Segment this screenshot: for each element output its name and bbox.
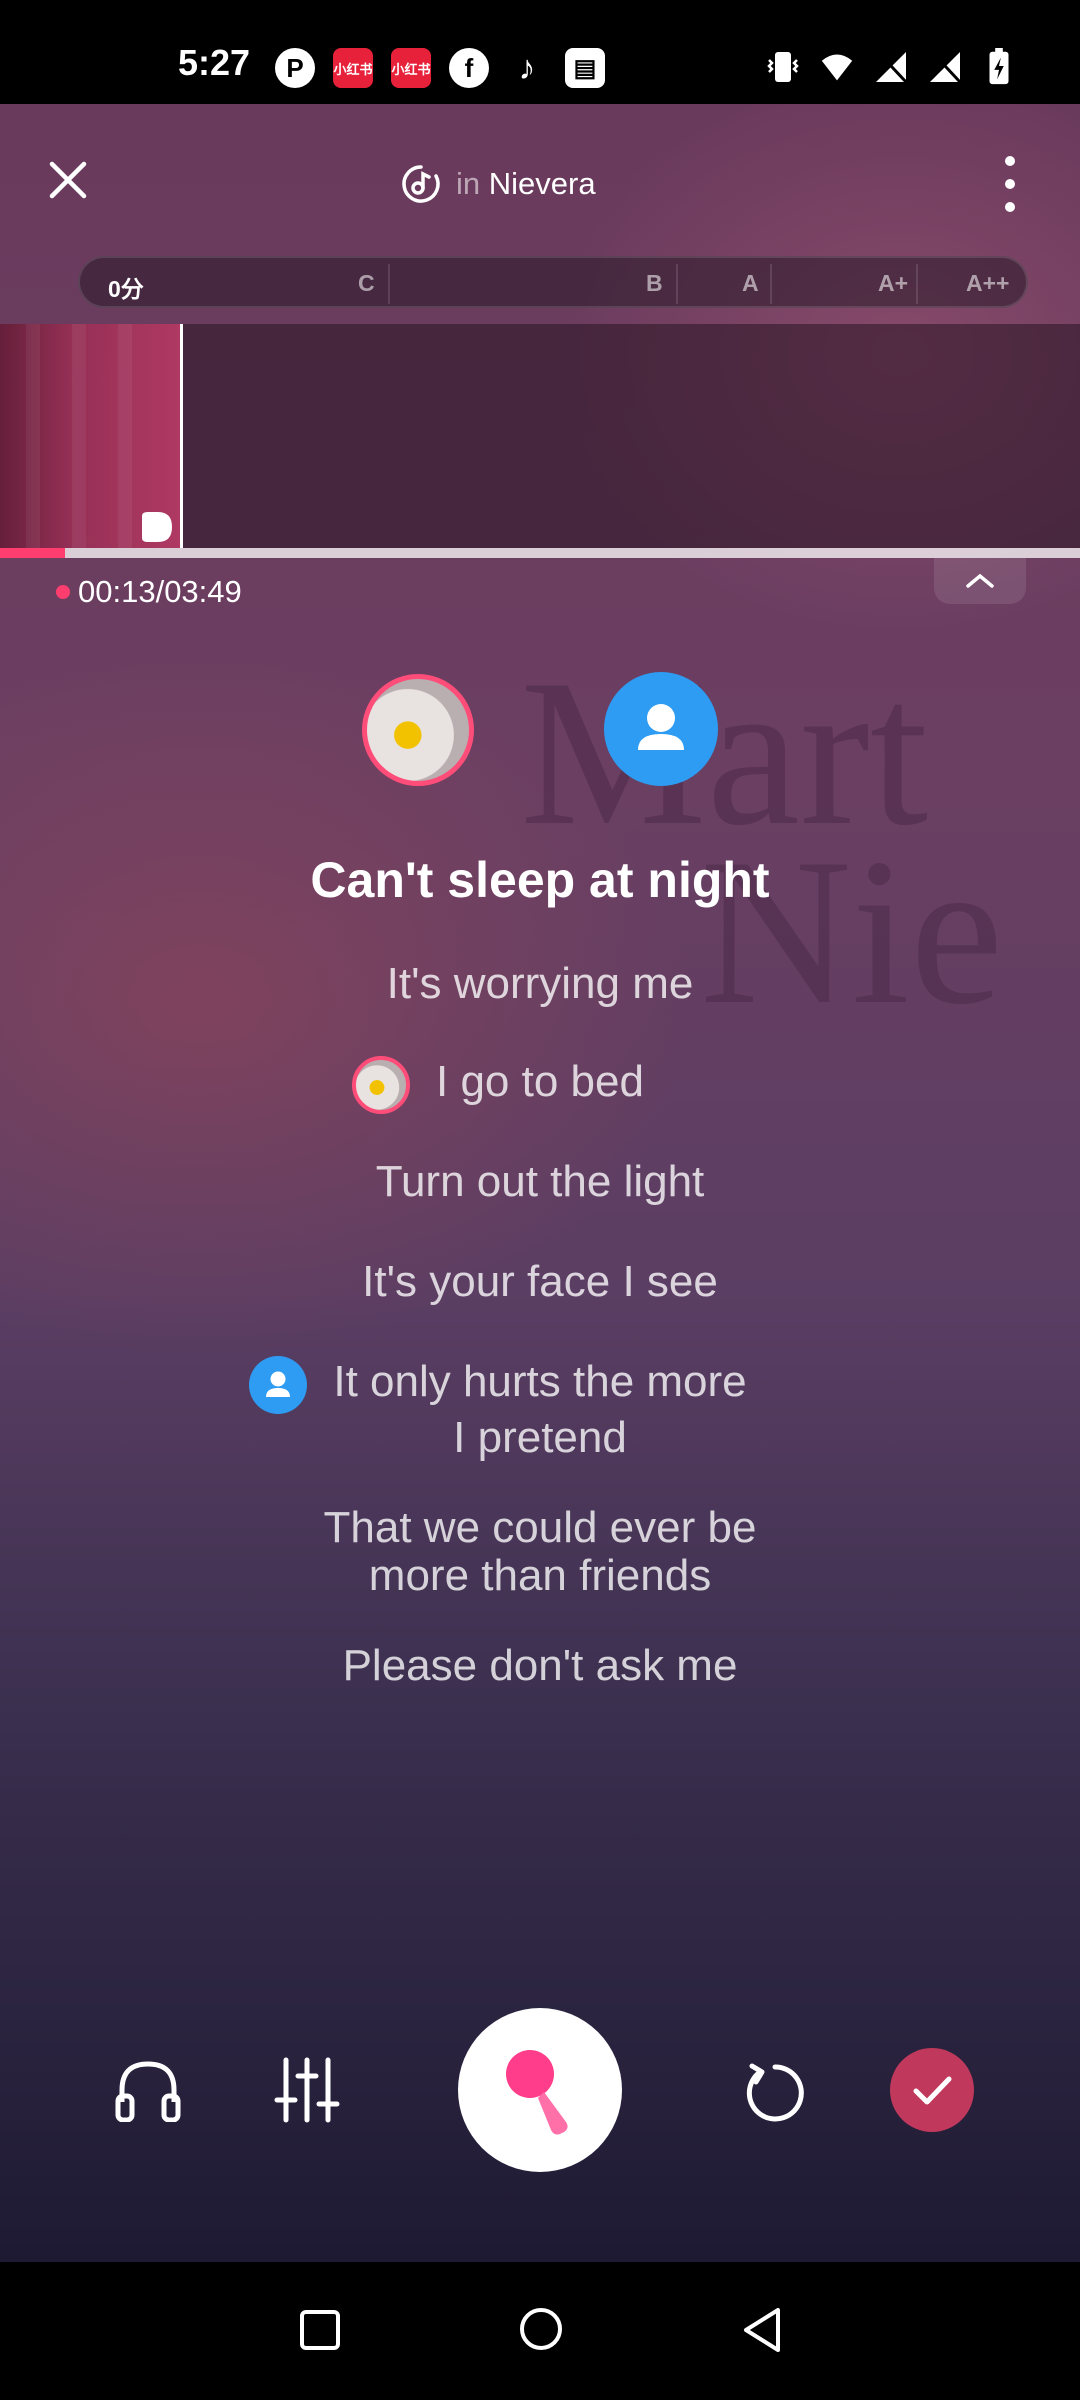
signal-icon	[876, 50, 908, 84]
notification-icons: P 小红书 小红书 f ♪ ▤	[275, 48, 605, 88]
recording-dot	[56, 585, 70, 599]
person-icon	[266, 1371, 291, 1397]
facebook-icon: f	[449, 48, 489, 88]
restart-icon[interactable]	[740, 2058, 810, 2128]
lyric-line: It's your face I see	[362, 1257, 718, 1306]
vibrate-icon	[767, 52, 799, 82]
song-title: in Nievera	[400, 163, 596, 205]
xiaohongshu-icon: 小红书	[333, 48, 373, 88]
lyric-line: That we could ever be	[323, 1503, 757, 1552]
score-value: 0分	[108, 276, 144, 302]
playback-progress[interactable]	[0, 548, 1080, 558]
wallet-icon: ▤	[565, 48, 605, 88]
more-vertical-icon[interactable]	[998, 156, 1022, 212]
signal-icon	[930, 50, 962, 84]
grade-c: C	[358, 270, 375, 296]
grade-a-plus: A+	[878, 270, 909, 296]
lyric-line: Please don't ask me	[342, 1641, 738, 1690]
user-avatar[interactable]	[362, 674, 474, 786]
headphones-icon[interactable]	[114, 2058, 182, 2122]
grade-b: B	[646, 270, 663, 296]
grade-a-double-plus: A++	[966, 270, 1010, 296]
user-singer-tag	[352, 1056, 411, 1114]
music-note-icon	[402, 165, 440, 203]
equalizer-icon[interactable]	[274, 2056, 340, 2124]
tiktok-icon: ♪	[518, 48, 536, 87]
app-p-icon: P	[275, 48, 315, 88]
navigation-bar	[0, 2262, 1080, 2400]
home-icon[interactable]	[518, 2306, 564, 2352]
chevron-up-icon[interactable]	[934, 558, 1026, 604]
lyric-line: more than friends	[368, 1551, 712, 1600]
done-button[interactable]	[890, 2048, 974, 2132]
lyric-line: I go to bed	[0, 1056, 1080, 1114]
person-icon	[638, 704, 684, 750]
pitch-marker-icon	[142, 512, 172, 542]
microphone-icon	[506, 2050, 568, 2135]
recents-icon[interactable]	[298, 2308, 342, 2352]
playback-progress-fill	[0, 548, 65, 558]
battery-charging-icon	[989, 48, 1009, 85]
wifi-icon	[821, 54, 853, 81]
partner-avatar[interactable]	[604, 672, 718, 786]
partner-singer-tag	[249, 1356, 308, 1414]
back-icon[interactable]	[740, 2306, 784, 2354]
status-time: 5:27	[178, 42, 251, 83]
system-icons	[766, 48, 1016, 86]
check-icon	[913, 2076, 952, 2105]
grade-a: A	[742, 270, 759, 296]
close-icon[interactable]	[46, 158, 90, 202]
pitch-visualizer	[0, 324, 1080, 548]
lyric-line: I pretend	[453, 1413, 627, 1462]
lyric-line: It's worrying me	[386, 959, 694, 1008]
score-bar: 0分 C B A A+ A++	[78, 256, 1028, 308]
lyric-line: Turn out the light	[375, 1157, 705, 1206]
pitch-cursor	[180, 324, 183, 548]
record-button[interactable]	[458, 2008, 622, 2172]
xiaohongshu-icon: 小红书	[391, 48, 431, 88]
playback-time: 00:13/03:49	[56, 574, 242, 610]
lyric-line-current: Can't sleep at night	[310, 852, 770, 908]
status-bar: 5:27 P 小红书 小红书 f ♪ ▤	[0, 0, 1080, 104]
lyric-line: It only hurts the more	[0, 1356, 1080, 1414]
